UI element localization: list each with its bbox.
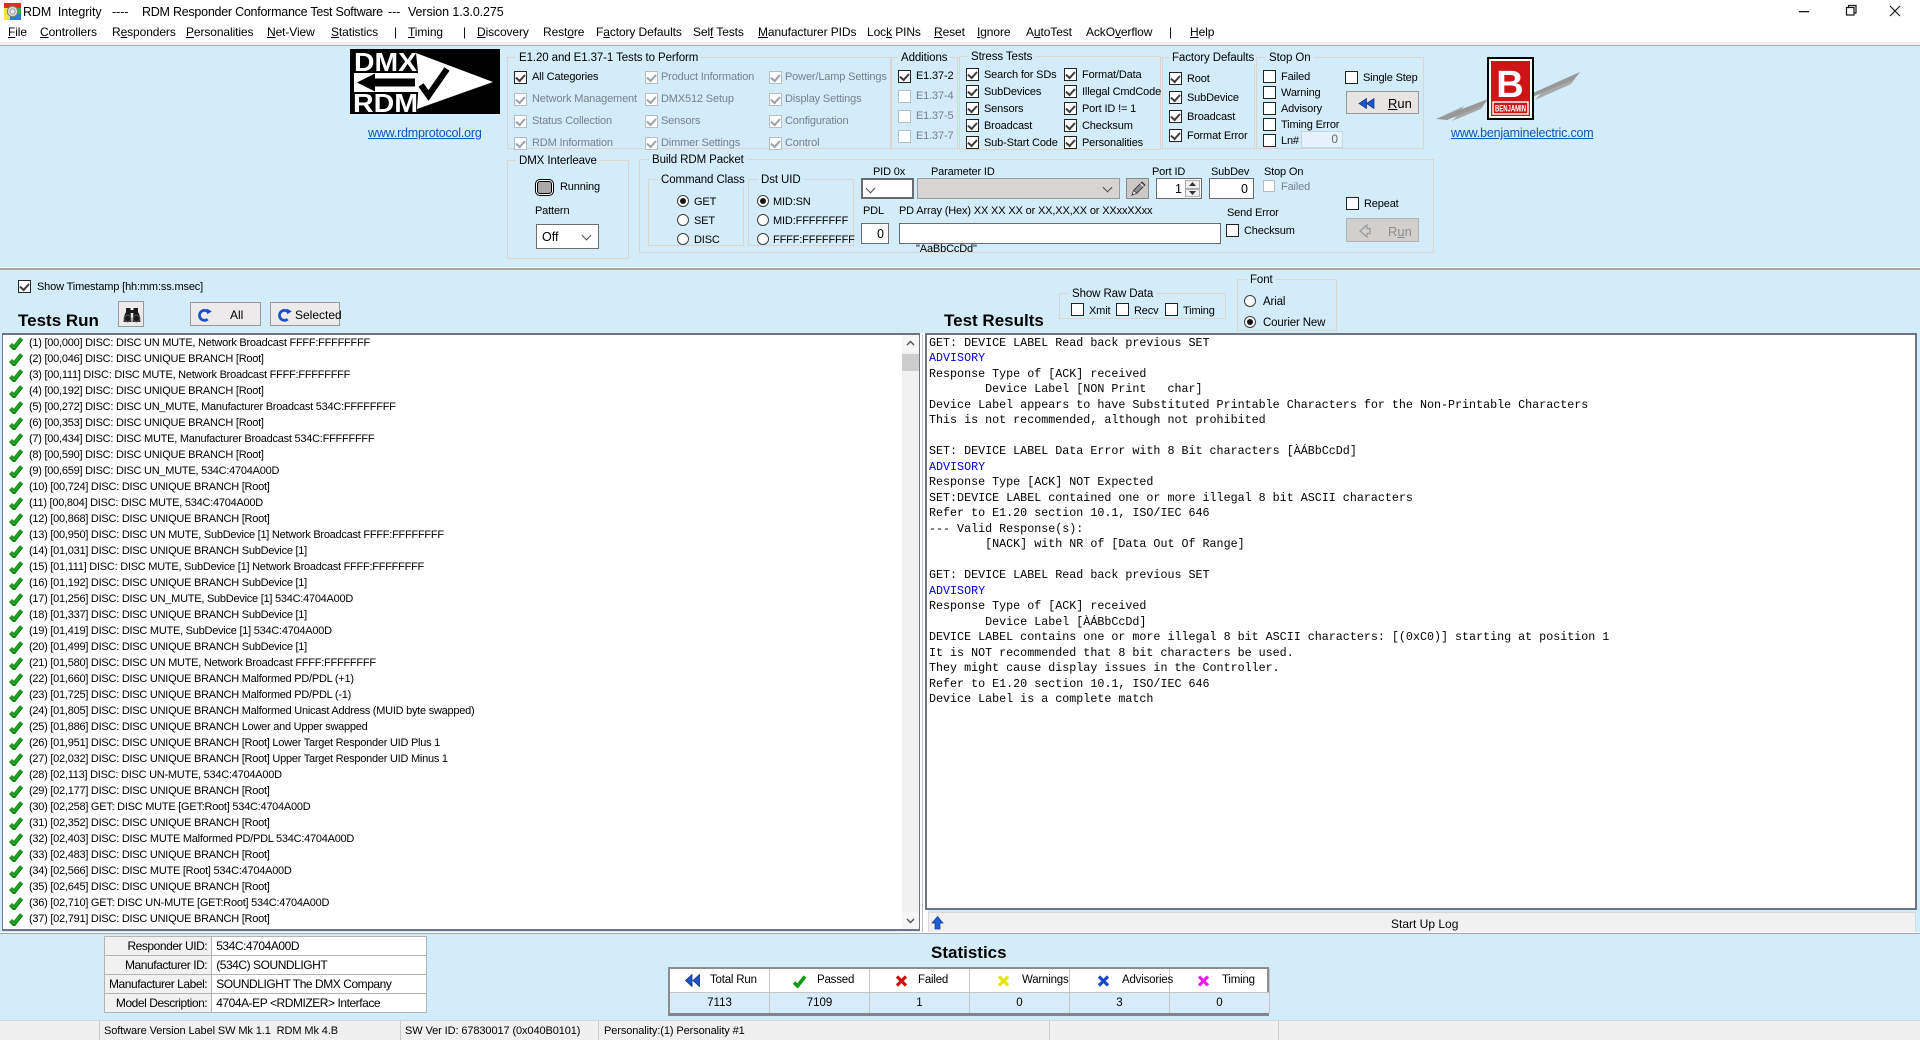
svg-text:BENJAMIN: BENJAMIN bbox=[1495, 104, 1526, 115]
svg-text:DMX: DMX bbox=[354, 49, 418, 77]
svg-text:RDM: RDM bbox=[353, 88, 418, 114]
svg-text:B: B bbox=[1496, 64, 1523, 106]
